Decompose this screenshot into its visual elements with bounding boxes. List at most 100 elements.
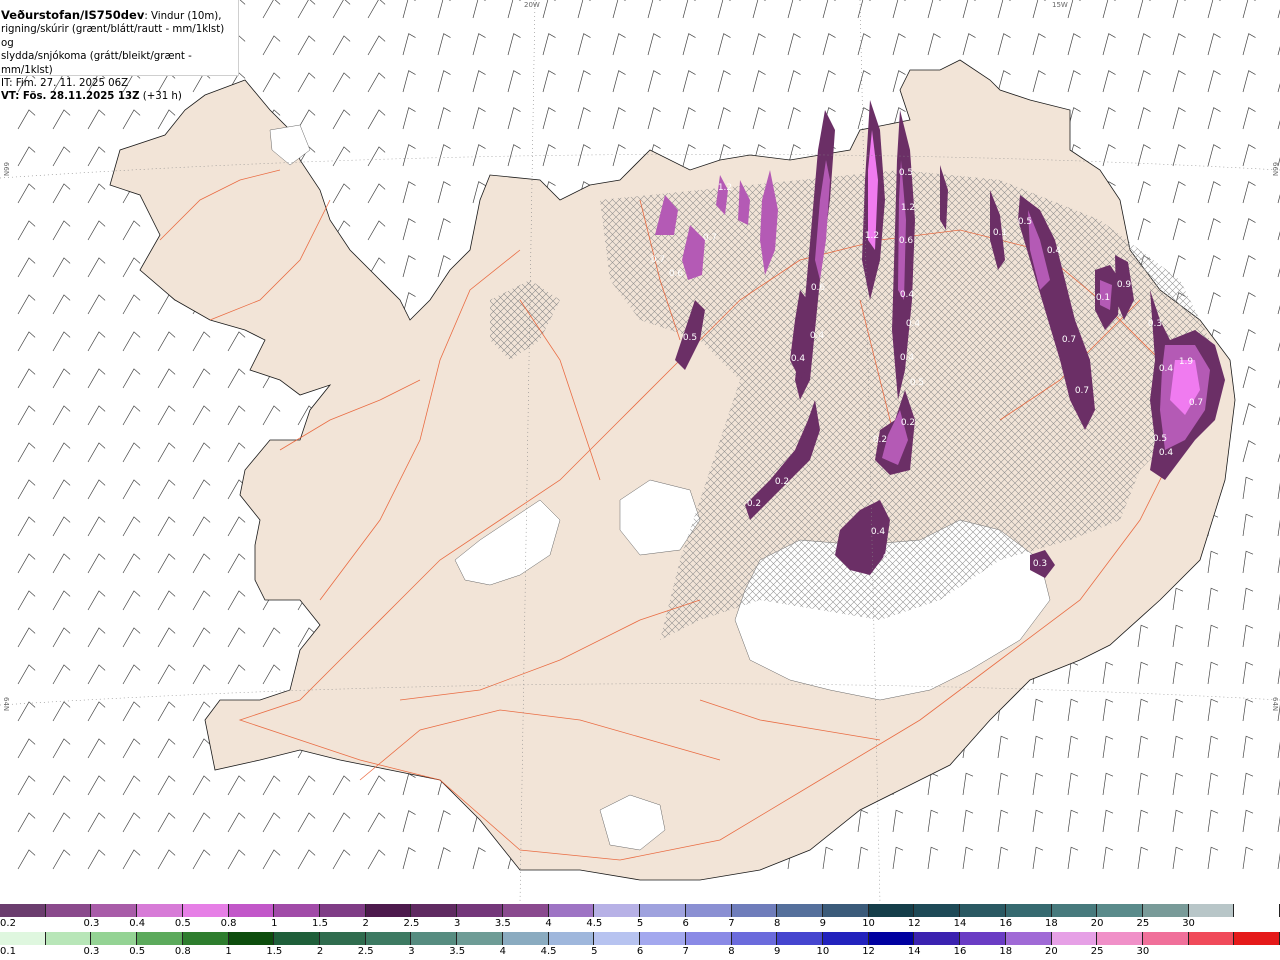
- precip-label: 1.2: [718, 183, 732, 193]
- legend-label: 1: [225, 946, 232, 957]
- legend-label: 2: [362, 918, 369, 929]
- legend-label: 2.5: [357, 946, 374, 957]
- legend-swatch: [137, 932, 183, 945]
- legend-label: 9: [819, 918, 827, 929]
- title-desc2: rigning/skúrir (grænt/blátt/rautt - mm/1…: [1, 24, 225, 49]
- precip-label: 0.6: [669, 269, 684, 279]
- legend-swatch: [502, 932, 549, 945]
- legend-label: 7: [682, 946, 689, 957]
- legend-swatch: [594, 932, 641, 945]
- legend-label: 4.5: [540, 946, 557, 957]
- legend-swatch: [914, 932, 961, 945]
- legend-swatch: [274, 932, 321, 945]
- legend-swatch: [777, 932, 823, 945]
- grid-label-20w: 20W: [524, 1, 540, 9]
- legend-swatch: [457, 932, 503, 945]
- precip-label: 0.4: [906, 319, 921, 329]
- legend-label: 10: [816, 946, 830, 957]
- precip-label: 0.2: [775, 477, 789, 487]
- precip-label: 0.2: [747, 499, 761, 509]
- legend-label: 5: [591, 946, 598, 957]
- legend-label: 14: [907, 946, 921, 957]
- legend-swatch: [731, 904, 778, 917]
- legend-label: 20: [1090, 918, 1104, 929]
- legend-swatch: [685, 932, 732, 945]
- grid-label-right-66n: 66N: [1271, 162, 1279, 177]
- legend-swatch: [594, 904, 641, 917]
- legend-label: 6: [682, 918, 689, 929]
- legend-swatch: [640, 904, 686, 917]
- legend-label: 12: [862, 946, 875, 957]
- legend-label: 3.5: [449, 946, 466, 957]
- legend-swatch: [548, 932, 595, 945]
- precip-label: 0.3: [1148, 319, 1162, 329]
- legend-label: 3: [453, 918, 461, 929]
- grid-label-left-66n: 66N: [2, 162, 10, 177]
- legend-swatch: [868, 932, 915, 945]
- title-init-time: IT: Fim. 27. 11. 2025 06Z: [1, 78, 129, 90]
- legend-label: 30: [1182, 918, 1195, 929]
- precip-label: 0.7: [1189, 398, 1203, 408]
- precip-label: 0.7: [1075, 386, 1089, 396]
- legend-swatch: [1051, 904, 1098, 917]
- legend-snow-labels: 0.2 0.3 0.4 0.5 0.8 1 1.5 2 2.5 3 3.5 4 4.5 5 6 7 8 9 10 12…: [0, 918, 1280, 930]
- title-valid-time: VT: Fös. 28.11.2025 13Z: [1, 91, 140, 103]
- weather-map: 1.2 0.7 0.7 0.6 0.5 1.2 0.5 0.6 0.4 0.4 0.2 0.2 0.2 0…: [0, 0, 1280, 904]
- legend-label: 1.5: [312, 918, 328, 929]
- legend-swatch: [960, 904, 1006, 917]
- legend-swatch: [182, 932, 229, 945]
- grid-label-15w: 15W: [1052, 1, 1068, 9]
- legend-label: 0.5: [174, 918, 191, 929]
- legend-swatch: [731, 932, 778, 945]
- legend-swatch: [228, 904, 275, 917]
- legend-label: 0.2: [0, 918, 16, 929]
- legend-label: 5: [636, 918, 644, 929]
- legend-label: 6: [636, 946, 644, 957]
- legend-swatch: [365, 904, 412, 917]
- legend-swatch: [822, 932, 869, 945]
- precip-label: 1.2: [865, 231, 879, 241]
- precip-label: 0.2: [873, 435, 887, 445]
- precip-label: 0.4: [791, 354, 806, 364]
- legend-label: 0.3: [83, 918, 100, 929]
- legend-label: 0.5: [129, 946, 146, 957]
- legend-label: 8: [773, 918, 781, 929]
- precip-label: 1.9: [1179, 357, 1194, 367]
- legend-swatch: [137, 904, 183, 917]
- legend-swatch: [320, 932, 366, 945]
- title-brand: Veðurstofan/IS750dev: [1, 8, 145, 22]
- legend-label: 0.8: [220, 918, 237, 929]
- legend-snow-swatches: [0, 904, 1280, 917]
- legend-label: 4.5: [586, 918, 603, 929]
- legend-label: 4: [499, 946, 507, 957]
- legend-swatch: [1005, 932, 1052, 945]
- legend-label: 8: [728, 946, 735, 957]
- precip-label: 0.1: [1096, 293, 1110, 303]
- legend-swatch: [1234, 904, 1280, 917]
- legend-label: 25: [1090, 946, 1104, 957]
- legend-swatch: [1188, 904, 1235, 917]
- legend-label: 0.1: [0, 946, 16, 957]
- legend-swatch: [365, 932, 412, 945]
- precip-label: 0.9: [1117, 280, 1132, 290]
- legend-swatch: [1097, 932, 1143, 945]
- legend-label: 3.5: [494, 918, 511, 929]
- precip-label: 0.4: [900, 290, 915, 300]
- precip-label: 0.4: [1159, 448, 1174, 458]
- precip-label: 0.5: [910, 378, 924, 388]
- legend-swatch: [0, 932, 46, 945]
- precip-label: 0.4: [900, 353, 915, 363]
- legend-label: 1.5: [266, 946, 283, 957]
- precip-label: 0.7: [1062, 335, 1076, 345]
- title-desc1: : Vindur (10m),: [144, 11, 222, 22]
- precip-label: 1.2: [901, 203, 915, 213]
- map-title-box: Veðurstofan/IS750dev: Vindur (10m), rign…: [0, 0, 239, 102]
- legend-label: 2: [316, 946, 324, 957]
- precip-label: 0.5: [1018, 217, 1032, 227]
- legend-label: 4: [545, 918, 552, 929]
- legend-swatch: [228, 932, 275, 945]
- legend-swatch: [914, 904, 961, 917]
- legend-label: 18: [1045, 918, 1058, 929]
- legend-label: 0.4: [129, 918, 146, 929]
- legend-swatch: [822, 904, 869, 917]
